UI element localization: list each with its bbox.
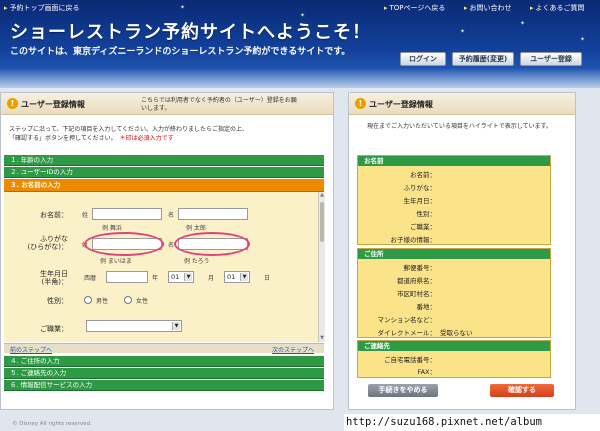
arrow-icon: ▸ <box>530 4 534 12</box>
login-button[interactable]: ログイン <box>400 52 446 66</box>
male-label: 男性 <box>96 298 109 305</box>
example-text: 例 太郎 <box>186 225 206 232</box>
star-decoration: ✦ <box>180 4 186 11</box>
panel-title: ユーザー登録情報 <box>369 100 433 109</box>
panel-title: ユーザー登録情報 <box>21 100 85 109</box>
user-register-button[interactable]: ユーザー登録 <box>520 52 582 66</box>
chevron-down-icon: ▼ <box>172 322 180 330</box>
section-label: ５. ご連絡先の入力 <box>10 369 67 377</box>
first-name-input[interactable] <box>178 208 248 220</box>
panel-header: ! ユーザー登録情報 <box>349 93 575 115</box>
scroll-down-icon[interactable]: ▼ <box>319 335 325 342</box>
birth-month-select[interactable]: 01 ▼ <box>168 271 194 283</box>
birth-label-sub: (半角)： <box>41 278 68 286</box>
section-label: ４. ご住所の入力 <box>10 357 60 365</box>
page-title: ショーレストラン予約サイトへようこそ！ <box>10 22 371 43</box>
female-radio[interactable] <box>124 296 132 304</box>
highlight-circle <box>84 232 164 256</box>
form-scrollbar[interactable]: ▲ ▼ <box>318 192 325 342</box>
selected-value: 01 <box>227 273 236 281</box>
step-navigation: 前のステップへ 次のステップへ <box>4 343 324 354</box>
male-radio[interactable] <box>84 296 92 304</box>
summary-group-name: お名前 <box>357 155 551 245</box>
kana-label-sub: (ひらがな)： <box>27 243 68 251</box>
section-contact[interactable]: ５. ご連絡先の入力 <box>4 368 324 379</box>
section-label: ３. お名前の入力 <box>10 181 61 189</box>
summary-group-address: ご住所 <box>357 248 551 338</box>
birth-day-select[interactable]: 01 ▼ <box>224 271 250 283</box>
era-label: 西暦 <box>84 275 97 282</box>
arrow-icon: ▸ <box>464 4 468 12</box>
section-address[interactable]: ４. ご住所の入力 <box>4 356 324 367</box>
next-step-link[interactable]: 次のステップへ <box>272 345 314 354</box>
cancel-registration-button[interactable]: 手続きをやめる <box>368 384 438 397</box>
section-age[interactable]: １. 年齢の入力 <box>4 155 324 166</box>
group-header: お名前 <box>358 156 550 166</box>
example-text: 例 たろう <box>184 258 210 265</box>
job-select[interactable]: ▼ <box>86 320 182 332</box>
prev-step-link[interactable]: 前のステップへ <box>10 345 52 354</box>
job-label: ご職業： <box>40 325 68 333</box>
group-header: ご連絡先 <box>358 341 550 351</box>
top-page-link[interactable]: ▸ TOPページへ戻る <box>384 3 445 13</box>
faq-link[interactable]: ▸ よくあるご質問 <box>530 3 585 13</box>
copyright-text: © Disney All rights reserved. <box>12 421 92 427</box>
section-user-id[interactable]: ２. ユーザーIDの入力 <box>4 167 324 178</box>
panel-header: ! ユーザー登録情報 こちらでは利用者でなく予約者の（ユーザー）登録をお願いしま… <box>1 93 333 115</box>
required-note: ＊印は必須入力です <box>119 135 174 142</box>
name-label: お名前： <box>40 211 68 219</box>
confirm-button[interactable]: 確認する <box>490 384 554 397</box>
instruction-line: ステップに沿って、下記の項目を入力してください。入力が終わりましたらご指定の上、 <box>9 126 249 133</box>
name-form-area: お名前： 姓 名 例 舞浜 例 太郎 ふりがな (ひらがな)： 姓 名 例 まい… <box>4 192 318 342</box>
instruction-text: ステップに沿って、下記の項目を入力してください。入力が終わりましたらご指定の上、… <box>9 125 248 143</box>
highlight-circle <box>174 232 250 256</box>
reservation-history-button[interactable]: 予約履歴(変更) <box>452 52 514 66</box>
month-unit: 月 <box>208 275 215 282</box>
chevron-down-icon: ▼ <box>184 273 192 281</box>
sei-label: 姓 <box>82 212 89 219</box>
scroll-up-icon[interactable]: ▲ <box>319 192 325 199</box>
year-unit: 年 <box>152 275 159 282</box>
site-description: このサイトは、東京ディズニーランドのショーレストラン予約ができるサイトです。 <box>10 47 351 57</box>
arrow-icon: ▸ <box>384 4 388 12</box>
panel-note: こちらでは利用者でなく予約者の（ユーザー）登録をお願いします。 <box>141 97 297 112</box>
day-unit: 日 <box>264 275 271 282</box>
arrow-icon: ▸ <box>4 4 8 12</box>
section-label: ６. 情報配信サービスの入力 <box>10 381 93 389</box>
info-icon: ! <box>355 98 366 109</box>
example-text: 例 まいはま <box>100 258 132 265</box>
section-label: １. 年齢の入力 <box>10 156 54 164</box>
birth-year-input[interactable] <box>106 271 148 283</box>
watermark-url: http://suzu168.pixnet.net/album <box>344 414 600 431</box>
group-header: ご住所 <box>358 249 550 259</box>
chevron-down-icon: ▼ <box>240 273 248 281</box>
info-icon: ! <box>7 98 18 109</box>
female-label: 女性 <box>136 298 149 305</box>
scroll-thumb[interactable] <box>320 202 324 242</box>
section-info-service[interactable]: ６. 情報配信サービスの入力 <box>4 380 324 391</box>
star-decoration: ✦ <box>580 36 586 43</box>
panel-note: 現在までご入力いただいている項目をハイライトで表示しています。 <box>367 123 552 130</box>
contact-link[interactable]: ▸ お問い合わせ <box>464 3 512 13</box>
mei-label: 名 <box>168 212 175 219</box>
section-name-active[interactable]: ３. お名前の入力 <box>4 179 324 192</box>
back-to-reservation-top-link[interactable]: ▸ 予約トップ画面に戻る <box>4 3 80 13</box>
instruction-line: 「確認する」ボタンを押してください。 <box>9 135 114 142</box>
section-label: ２. ユーザーIDの入力 <box>10 168 73 176</box>
selected-value: 01 <box>171 273 180 281</box>
star-decoration: ✦ <box>520 20 526 27</box>
last-name-input[interactable] <box>92 208 162 220</box>
gender-label: 性別： <box>47 297 68 305</box>
dm-value: 受取らない <box>440 329 473 337</box>
site-header: ✦ ✦ ✦ ✦ ✦ ✦ ▸ 予約トップ画面に戻る ▸ TOPページへ戻る ▸ お問い合… <box>0 0 600 88</box>
example-text: 例 舞浜 <box>102 225 122 232</box>
star-decoration: ✦ <box>460 28 466 35</box>
